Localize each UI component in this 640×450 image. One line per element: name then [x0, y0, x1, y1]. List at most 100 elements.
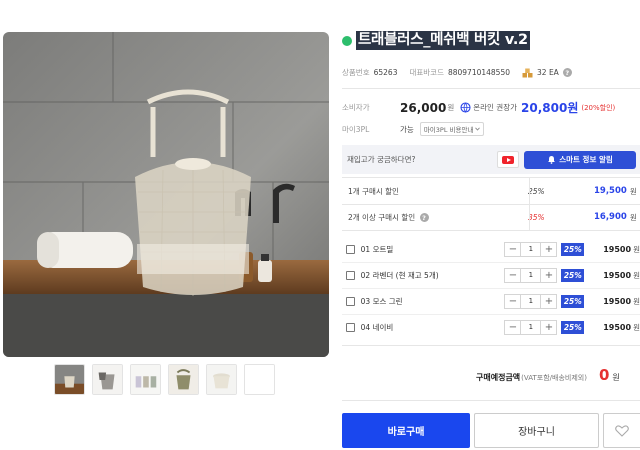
plus-icon[interactable]: + — [541, 295, 556, 308]
rate-badge: 25% — [561, 242, 585, 256]
total-label: 구매예정금액 — [476, 373, 521, 382]
product-codes: 상품번호 65263 대표바코드 8809710148550 32 EA ? — [342, 67, 572, 78]
option-name: 03 모스 그린 — [360, 296, 403, 306]
retail-price: 26,000 — [400, 100, 447, 115]
wishlist-button[interactable] — [603, 413, 640, 448]
total-unit: 원 — [612, 373, 620, 382]
chevron-down-icon — [475, 127, 481, 131]
option-price-unit: 원 — [633, 244, 640, 254]
third-party-row: 마이3PL 가능 마이3PL 비용안내 — [342, 122, 485, 136]
plus-icon[interactable]: + — [541, 269, 556, 282]
tier-name: 2개 이상 구매시 할인 ? — [342, 212, 528, 223]
plus-icon[interactable]: + — [541, 321, 556, 334]
option-row: 02 라벤더 (현 재고 5개) − 1 + 25% 19500 원 — [342, 263, 640, 287]
tier-row: 1개 구매시 할인 25% 19,500 원 — [342, 178, 640, 204]
stock-count: 32 EA — [537, 68, 559, 77]
quantity-stepper: − 1 + — [504, 293, 558, 309]
tier-rate: 35% — [528, 212, 545, 222]
divider — [342, 230, 640, 231]
option-checkbox[interactable] — [346, 244, 355, 254]
tier-column-divider — [529, 178, 530, 204]
option-name: 02 라벤더 (현 재고 5개) — [360, 270, 439, 280]
help-icon[interactable]: ? — [562, 68, 572, 77]
help-icon[interactable]: ? — [419, 213, 429, 222]
tier-column-divider — [529, 204, 530, 230]
tier-price: 19,500 — [594, 186, 627, 196]
quantity-value[interactable]: 1 — [520, 294, 542, 308]
quantity-value[interactable]: 1 — [520, 268, 542, 282]
tier-price-unit: 원 — [629, 212, 637, 222]
product-code-label: 상품번호 — [342, 68, 370, 77]
thumbnail-strip — [54, 364, 275, 395]
divider — [342, 88, 640, 89]
third-party-select[interactable]: 마이3PL 비용안내 — [419, 122, 485, 136]
third-party-select-value: 마이3PL 비용안내 — [423, 126, 474, 134]
youtube-button[interactable] — [497, 151, 519, 168]
boxes-icon — [522, 68, 533, 77]
minus-icon[interactable]: − — [505, 269, 520, 282]
option-name: 01 오트밀 — [360, 244, 394, 254]
restock-question: 재입고가 궁금하다면? — [347, 155, 416, 164]
tier-name: 1개 구매시 할인 — [348, 186, 399, 196]
option-row: 01 오트밀 − 1 + 25% 19500 원 — [342, 237, 640, 261]
quantity-stepper: − 1 + — [504, 267, 558, 283]
thumbnail-5[interactable] — [206, 364, 237, 395]
quantity-stepper: − 1 + — [504, 241, 558, 257]
option-price: 19500 — [603, 296, 632, 306]
heart-icon — [615, 424, 629, 437]
tier-price: 16,900 — [594, 212, 627, 222]
option-name: 04 네이비 — [360, 322, 394, 332]
thumbnail-6[interactable] — [244, 364, 275, 395]
rate-badge: 25% — [561, 294, 585, 308]
thumbnail-1[interactable] — [54, 364, 85, 395]
buy-now-button[interactable]: 바로구매 — [342, 413, 470, 448]
restock-bar: 재입고가 궁금하다면? 스마트 정보 알림 — [342, 145, 640, 174]
option-price: 19500 — [603, 322, 632, 332]
smart-alert-button[interactable]: 스마트 정보 알림 — [524, 150, 636, 169]
title-row: 트래블러스_메쉬백 버킷 v.2 — [342, 31, 530, 50]
third-party-status: 가능 — [400, 124, 414, 134]
quantity-value[interactable]: 1 — [520, 242, 542, 256]
minus-icon[interactable]: − — [505, 321, 520, 334]
barcode-label: 대표바코드 — [409, 68, 444, 77]
tier-rate: 25% — [528, 186, 545, 196]
minus-icon[interactable]: − — [505, 295, 520, 308]
option-checkbox[interactable] — [346, 296, 355, 306]
thumbnail-2[interactable] — [92, 364, 123, 395]
online-price: 20,800원 — [521, 101, 579, 115]
smart-alert-label: 스마트 정보 알림 — [559, 155, 613, 164]
divider — [342, 400, 640, 401]
product-title: 트래블러스_메쉬백 버킷 v.2 — [356, 31, 530, 50]
option-price-unit: 원 — [633, 296, 640, 306]
barcode-value: 8809710148550 — [447, 68, 511, 77]
tier-row: 2개 이상 구매시 할인 ? 35% 16,900 원 — [342, 204, 640, 230]
product-main-image[interactable] — [3, 32, 329, 357]
option-price-unit: 원 — [633, 322, 640, 332]
rate-badge: 25% — [561, 320, 585, 334]
quantity-value[interactable]: 1 — [520, 320, 542, 334]
product-code: 65263 — [373, 68, 398, 77]
total-row: 구매예정금액 (VAT포함/배송비제외) 0 원 — [476, 366, 620, 384]
bell-icon — [548, 156, 556, 164]
option-checkbox[interactable] — [346, 270, 355, 280]
retail-price-unit: 원 — [447, 103, 455, 112]
youtube-icon — [502, 155, 514, 164]
option-price-unit: 원 — [633, 270, 640, 280]
retail-price-label: 소비자가 — [342, 103, 370, 112]
thumbnail-4[interactable] — [168, 364, 199, 395]
minus-icon[interactable]: − — [505, 243, 520, 256]
option-row: 04 네이비 − 1 + 25% 19500 원 — [342, 315, 640, 339]
option-checkbox[interactable] — [346, 322, 355, 332]
discount-rate: (20%할인) — [581, 103, 616, 112]
total-note: (VAT포함/배송비제외) — [521, 374, 587, 382]
thumbnail-3[interactable] — [130, 364, 161, 395]
tier-name-text: 2개 이상 구매시 할인 — [348, 212, 416, 222]
tier-price-unit: 원 — [629, 186, 637, 196]
price-row: 소비자가 26,000 원 온라인 권장가 20,800원 (20%할인) — [342, 99, 615, 116]
add-to-cart-button[interactable]: 장바구니 — [474, 413, 599, 448]
plus-icon[interactable]: + — [541, 243, 556, 256]
globe-icon — [460, 102, 471, 113]
status-dot-icon — [342, 35, 352, 46]
total-value: 0 — [598, 366, 610, 384]
quantity-stepper: − 1 + — [504, 319, 558, 335]
